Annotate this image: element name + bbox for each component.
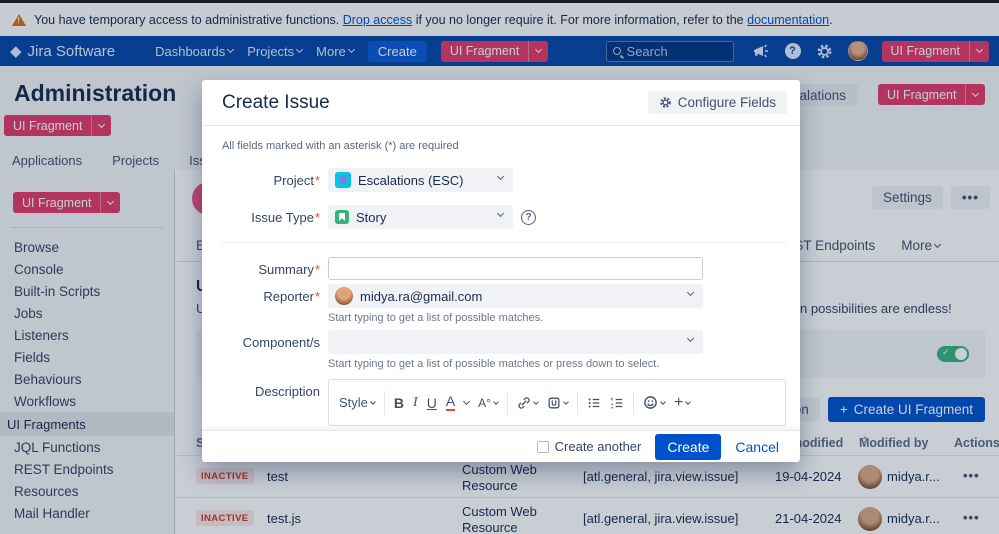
cancel-button[interactable]: Cancel xyxy=(735,439,779,455)
dialog-title: Create Issue xyxy=(222,92,330,113)
chevron-down-icon xyxy=(685,398,692,405)
chevron-down-icon[interactable] xyxy=(463,397,471,405)
numbered-list-icon xyxy=(610,396,623,408)
create-issue-dialog: Create Issue Configure Fields All fields… xyxy=(202,80,800,462)
chevron-down-icon xyxy=(496,172,505,181)
dialog-footer: Create another Create Cancel xyxy=(202,430,800,462)
reporter-select[interactable]: midya.ra@gmail.com xyxy=(328,284,703,308)
components-select[interactable] xyxy=(328,330,703,354)
chevron-down-icon xyxy=(686,288,695,297)
bullet-list-icon xyxy=(588,397,600,408)
story-type-icon xyxy=(335,210,349,224)
text-styles-button[interactable]: A° xyxy=(478,395,499,410)
chevron-down-icon xyxy=(496,209,505,218)
chevron-down-icon xyxy=(370,398,376,405)
required-asterisk: * xyxy=(314,210,320,225)
issue-type-select[interactable]: Story xyxy=(328,205,513,229)
gear-icon xyxy=(659,97,671,108)
attachment-icon xyxy=(548,397,560,408)
description-row: Description Style B I U A A° + xyxy=(222,379,786,426)
summary-row: Summary* xyxy=(222,257,786,280)
emoji-icon xyxy=(644,396,657,409)
project-row: Project* Escalations (ESC) xyxy=(222,168,786,192)
toolbar-separator xyxy=(506,390,508,415)
issue-type-row: Issue Type* Story ? xyxy=(222,205,786,229)
screen: You have temporary access to administrat… xyxy=(0,0,999,534)
description-editor-toolbar: Style B I U A A° + xyxy=(328,379,786,426)
toolbar-separator xyxy=(383,390,385,415)
dialog-divider xyxy=(202,125,800,126)
required-asterisk: * xyxy=(314,289,320,304)
reporter-value: midya.ra@gmail.com xyxy=(360,288,483,304)
create-another-checkbox[interactable] xyxy=(536,440,549,453)
numbered-list-button[interactable] xyxy=(610,396,624,410)
project-select[interactable]: Escalations (ESC) xyxy=(328,168,513,192)
italic-button[interactable]: I xyxy=(413,395,418,411)
chevron-down-icon xyxy=(660,398,666,405)
required-fields-note: All fields marked with an asterisk (*) a… xyxy=(222,140,459,152)
underline-button[interactable]: U xyxy=(427,395,437,411)
style-label: Style xyxy=(339,395,368,410)
configure-fields-button[interactable]: Configure Fields xyxy=(647,91,787,114)
toolbar-separator xyxy=(632,390,634,415)
issue-type-value: Story xyxy=(356,209,387,225)
insert-more-button[interactable]: + xyxy=(673,393,692,412)
chevron-down-icon xyxy=(533,398,539,405)
emoji-button[interactable] xyxy=(643,395,666,410)
create-another-label: Create another xyxy=(554,439,642,454)
reporter-helper-text: Start typing to get a list of possible m… xyxy=(328,312,544,324)
components-helper-text: Start typing to get a list of possible m… xyxy=(328,358,660,370)
chevron-down-icon xyxy=(493,398,499,405)
project-value: Escalations (ESC) xyxy=(358,172,464,188)
components-label: Component/s xyxy=(242,335,320,350)
reporter-avatar xyxy=(335,287,353,305)
create-button[interactable]: Create xyxy=(655,433,722,460)
project-label: Project* xyxy=(273,173,320,188)
style-dropdown[interactable]: Style xyxy=(339,395,376,410)
bold-button[interactable]: B xyxy=(394,395,404,411)
bullet-list-button[interactable] xyxy=(587,396,601,410)
toolbar-separator xyxy=(576,390,578,415)
issue-type-help-icon[interactable]: ? xyxy=(521,210,536,225)
components-row: Component/s xyxy=(222,330,786,354)
issue-type-label: Issue Type* xyxy=(251,210,320,225)
summary-input[interactable] xyxy=(328,257,703,280)
required-asterisk: * xyxy=(314,262,320,277)
description-label: Description xyxy=(254,384,320,399)
form-divider xyxy=(222,242,786,243)
configure-fields-label: Configure Fields xyxy=(677,95,776,110)
chevron-down-icon xyxy=(563,398,569,405)
plus-icon: + xyxy=(673,393,684,411)
link-button[interactable] xyxy=(517,396,539,410)
attachment-button[interactable] xyxy=(547,396,569,410)
link-icon xyxy=(518,396,530,409)
text-styles-a: A° xyxy=(478,395,491,410)
text-color-button[interactable]: A xyxy=(445,393,456,412)
summary-label: Summary* xyxy=(258,262,320,277)
reporter-row: Reporter* midya.ra@gmail.com xyxy=(222,284,786,308)
chevron-down-icon xyxy=(686,334,695,343)
required-asterisk: * xyxy=(314,173,320,188)
project-avatar-icon xyxy=(335,172,351,188)
reporter-label: Reporter* xyxy=(263,289,320,304)
